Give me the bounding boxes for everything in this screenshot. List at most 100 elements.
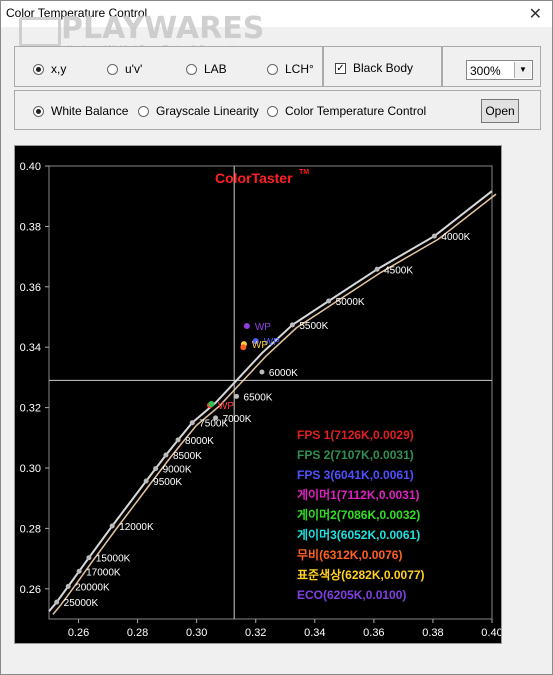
close-icon[interactable]: ✕ bbox=[529, 4, 542, 24]
black-body-label: Black Body bbox=[353, 61, 414, 75]
locus-label: 8500K bbox=[173, 451, 202, 462]
white-point-label: WP bbox=[252, 340, 268, 351]
black-body-checkbox[interactable]: ✓ Black Body bbox=[335, 61, 413, 75]
locus-point bbox=[259, 369, 265, 375]
x-tick-label: 0.36 bbox=[363, 627, 384, 639]
radio-indicator bbox=[186, 63, 197, 75]
locus-label: 20000K bbox=[75, 582, 110, 593]
y-tick-label: 0.38 bbox=[20, 221, 41, 233]
radio-lch[interactable]: LCH° bbox=[267, 62, 314, 76]
locus-label: 9000K bbox=[163, 465, 192, 476]
radio-white-balance[interactable]: White Balance bbox=[33, 104, 128, 118]
locus-point bbox=[86, 555, 92, 561]
radio-indicator bbox=[107, 63, 118, 75]
legend-entry: FPS 1(7126K,0.0029) bbox=[297, 428, 414, 442]
white-point-marker bbox=[208, 400, 215, 407]
x-tick-label: 0.34 bbox=[304, 627, 325, 639]
legend-entry: FPS 3(6041K,0.0061) bbox=[297, 468, 414, 482]
locus-point bbox=[109, 523, 115, 529]
legend-entry: ECO(6205K,0.0100) bbox=[297, 588, 406, 602]
radio-indicator bbox=[138, 105, 149, 117]
locus-label: 5500K bbox=[299, 321, 328, 332]
locus-label: 12000K bbox=[119, 522, 154, 533]
radio-indicator bbox=[267, 63, 278, 75]
x-tick-label: 0.28 bbox=[127, 627, 148, 639]
locus-label: 15000K bbox=[96, 554, 131, 565]
y-tick-label: 0.32 bbox=[20, 403, 41, 415]
radio-color-temperature-control[interactable]: Color Temperature Control bbox=[267, 104, 426, 118]
locus-point bbox=[143, 478, 149, 484]
locus-label: 17000K bbox=[86, 567, 121, 578]
x-tick-label: 0.32 bbox=[245, 627, 266, 639]
white-point-marker bbox=[240, 344, 247, 351]
locus-point bbox=[153, 466, 159, 472]
locus-point bbox=[54, 599, 60, 605]
locus-label: 9500K bbox=[153, 477, 182, 488]
chart-title-mark: TM bbox=[299, 169, 309, 176]
locus-point bbox=[175, 437, 181, 443]
locus-point bbox=[431, 233, 437, 239]
black-body-group: ✓ Black Body bbox=[323, 46, 442, 87]
app-window: Color Temperature Control ✕ PLAYWARES Ha… bbox=[0, 0, 553, 675]
chart-svg: 0.26 0.28 0.30 0.32 0.34 0.36 0.38 0.40 0.26 0.28… bbox=[20, 161, 503, 639]
y-tick-label: 0.36 bbox=[20, 282, 41, 294]
locus-label: 4000K bbox=[441, 232, 470, 243]
legend-entry: 게이머2(7086K,0.0032) bbox=[297, 507, 420, 522]
radio-xy[interactable]: x,y bbox=[33, 62, 66, 76]
white-point-marker bbox=[243, 323, 250, 330]
coordinate-options-group: x,y u'v' LAB LCH° bbox=[14, 46, 323, 87]
locus-label: 25000K bbox=[64, 598, 99, 609]
zoom-group: 300% ▼ bbox=[442, 46, 541, 87]
radio-label-white-balance: White Balance bbox=[51, 104, 129, 118]
open-button[interactable]: Open bbox=[481, 99, 519, 123]
locus-point bbox=[163, 452, 169, 458]
radio-label-uv: u'v' bbox=[125, 62, 143, 76]
locus-label: 4500K bbox=[384, 265, 413, 276]
legend-entry: 표준색상(6282K,0.0077) bbox=[297, 567, 425, 582]
title-bar[interactable]: Color Temperature Control ✕ bbox=[1, 1, 552, 27]
locus-point bbox=[76, 568, 82, 574]
locus-point bbox=[374, 266, 380, 272]
chart-title: ColorTaster bbox=[215, 170, 293, 186]
legend-entry: 무비(6312K,0.0076) bbox=[297, 547, 402, 562]
x-tick-label: 0.26 bbox=[68, 627, 89, 639]
locus-label: 5000K bbox=[336, 297, 365, 308]
radio-indicator bbox=[33, 63, 44, 75]
locus-point bbox=[65, 583, 71, 589]
zoom-select[interactable]: 300% ▼ bbox=[466, 60, 533, 80]
legend-entry: 게이머1(7112K,0.0031) bbox=[297, 487, 420, 502]
y-tick-label: 0.28 bbox=[20, 523, 41, 535]
locus-point bbox=[189, 420, 195, 426]
white-point-label: WP bbox=[255, 322, 271, 333]
radio-lab[interactable]: LAB bbox=[186, 62, 227, 76]
x-tick-label: 0.30 bbox=[186, 627, 207, 639]
locus-point bbox=[326, 298, 332, 304]
y-tick-label: 0.34 bbox=[20, 342, 41, 354]
radio-label-lch: LCH° bbox=[285, 62, 314, 76]
x-tick-label: 0.38 bbox=[422, 627, 443, 639]
locus-label: 6000K bbox=[269, 368, 298, 379]
locus-label: 8000K bbox=[185, 436, 214, 447]
mode-options-group: White Balance Grayscale Linearity Color … bbox=[14, 90, 541, 130]
radio-label-lab: LAB bbox=[204, 62, 227, 76]
radio-indicator bbox=[267, 105, 278, 117]
locus-label: 7500K bbox=[199, 419, 228, 430]
zoom-value: 300% bbox=[470, 64, 501, 78]
x-tick-label: 0.40 bbox=[481, 627, 501, 639]
window-title: Color Temperature Control bbox=[6, 6, 148, 20]
radio-grayscale-linearity[interactable]: Grayscale Linearity bbox=[138, 104, 259, 118]
legend-entry: FPS 2(7107K,0.0031) bbox=[297, 448, 414, 462]
radio-label-grayscale: Grayscale Linearity bbox=[156, 104, 259, 118]
chevron-down-icon[interactable]: ▼ bbox=[514, 62, 531, 78]
y-tick-label: 0.26 bbox=[20, 584, 41, 596]
radio-label-xy: x,y bbox=[51, 62, 67, 76]
daylight-locus bbox=[52, 193, 497, 615]
radio-indicator bbox=[33, 105, 44, 117]
checkbox-indicator: ✓ bbox=[335, 62, 346, 74]
legend-entry: 게이머3(6052K,0.0061) bbox=[297, 527, 420, 542]
locus-point bbox=[289, 322, 295, 328]
radio-uv[interactable]: u'v' bbox=[107, 62, 142, 76]
locus-point bbox=[234, 393, 240, 399]
y-tick-label: 0.40 bbox=[20, 161, 41, 173]
radio-label-ctc: Color Temperature Control bbox=[285, 104, 427, 118]
